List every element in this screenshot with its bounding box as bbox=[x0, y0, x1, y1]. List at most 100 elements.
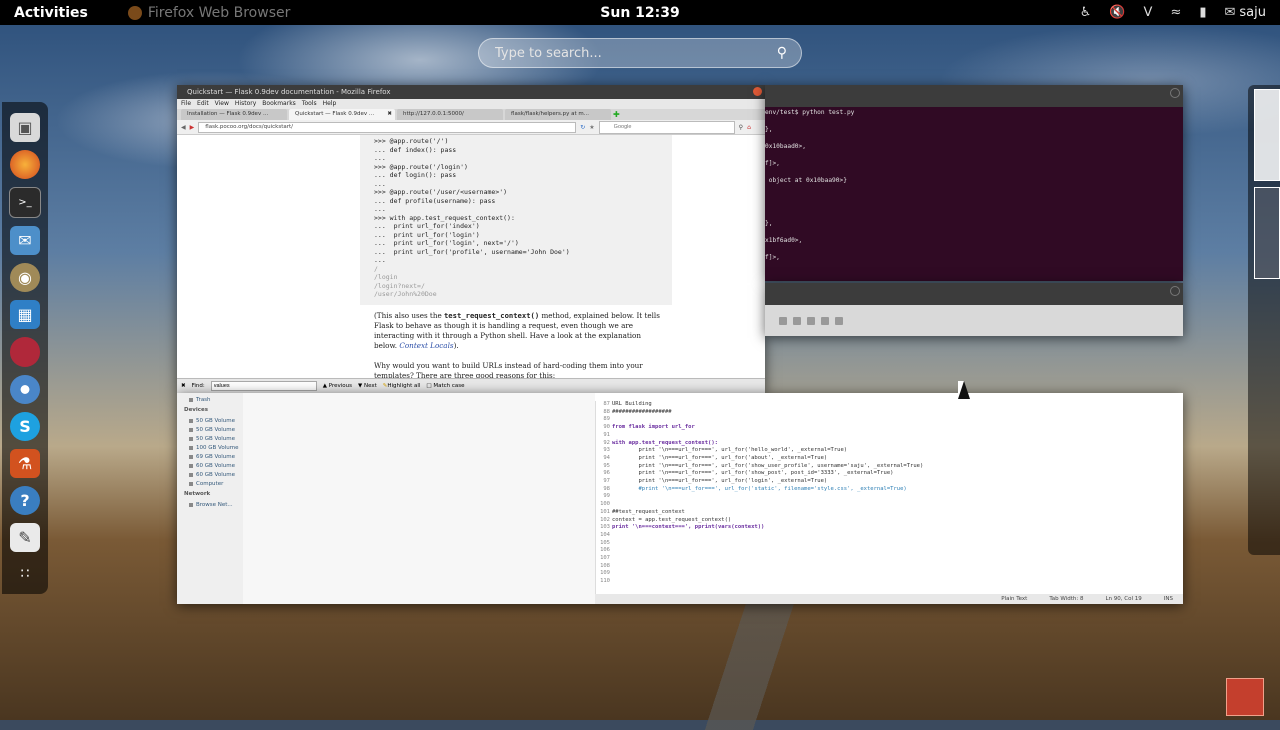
skype-icon[interactable]: S bbox=[10, 411, 40, 441]
camera-icon[interactable]: ◉ bbox=[10, 263, 40, 293]
wifi-icon[interactable]: ≈ bbox=[1170, 5, 1181, 20]
cursor-position: Ln 90, Col 19 bbox=[1105, 596, 1142, 602]
show-apps-icon[interactable]: ∷ bbox=[10, 560, 40, 589]
files-main-view[interactable] bbox=[243, 393, 595, 604]
battery-icon[interactable]: ▮ bbox=[1199, 5, 1206, 20]
sidebar-item-device[interactable]: 69 GB Volume bbox=[177, 452, 243, 461]
reload-icon[interactable]: ↻ bbox=[580, 124, 585, 131]
terminal-titlebar[interactable] bbox=[765, 85, 1183, 107]
devices-header: Devices bbox=[184, 407, 209, 413]
home-icon[interactable]: ⌂ bbox=[747, 124, 751, 131]
tab-installation[interactable]: Installation — Flask 0.9dev ... bbox=[181, 109, 287, 120]
code-line: ... print url_for('profile', username='J… bbox=[374, 247, 570, 256]
sidebar-item-device[interactable]: 50 GB Volume bbox=[177, 425, 243, 434]
editor-titlebar[interactable] bbox=[765, 283, 1183, 305]
tab-localhost[interactable]: http://127.0.0.1:5000/ bbox=[397, 109, 503, 120]
find-previous-button[interactable]: ▲ Previous bbox=[323, 383, 352, 389]
terminal-icon[interactable]: >_ bbox=[9, 187, 41, 219]
sidebar-item-label: 50 GB Volume bbox=[196, 417, 235, 424]
search-go-icon[interactable]: ⚲ bbox=[739, 124, 743, 131]
sidebar-item-device[interactable]: Computer bbox=[177, 479, 243, 488]
language-selector[interactable]: Plain Text bbox=[1001, 596, 1027, 602]
line-text: print '\n===context===', pprint(vars(con… bbox=[612, 524, 765, 531]
sidebar-item-device[interactable]: 50 GB Volume bbox=[177, 434, 243, 443]
inline-code: test_request_context() bbox=[443, 311, 540, 320]
highlight-all-button[interactable]: ✎Highlight all bbox=[383, 383, 421, 389]
paste-icon[interactable] bbox=[807, 316, 815, 325]
workspace-thumbnail[interactable] bbox=[1254, 89, 1280, 181]
menu-edit[interactable]: Edit bbox=[197, 99, 209, 109]
search-input[interactable] bbox=[493, 44, 777, 62]
sidebar-item-device[interactable]: 60 GB Volume bbox=[177, 461, 243, 470]
text-editor-icon[interactable]: ✎ bbox=[10, 522, 40, 552]
cut-icon[interactable] bbox=[779, 316, 787, 325]
app-red-icon[interactable] bbox=[10, 337, 40, 367]
menu-bookmarks[interactable]: Bookmarks bbox=[262, 99, 296, 109]
line-number: 109 bbox=[600, 570, 610, 577]
close-icon[interactable] bbox=[1170, 88, 1180, 98]
screenshot-icon[interactable]: ▦ bbox=[10, 300, 40, 330]
menu-help[interactable]: Help bbox=[323, 99, 337, 109]
terminal-window[interactable]: env/test$ python test.py }, 0x10baad0>, … bbox=[765, 85, 1183, 281]
code-line: ... def login(): pass bbox=[374, 171, 457, 179]
overview-search[interactable]: ⚲ bbox=[478, 38, 802, 68]
drive-icon bbox=[189, 418, 193, 423]
help-icon[interactable]: ? bbox=[10, 485, 40, 515]
firefox-window[interactable]: Quickstart — Flask 0.9dev documentation … bbox=[177, 85, 765, 393]
sidebar-item-label: 60 GB Volume bbox=[196, 471, 235, 478]
bluetooth-icon[interactable]: ᐯ bbox=[1144, 5, 1153, 20]
chat-icon[interactable]: ✉ bbox=[10, 226, 40, 256]
sidebar-item-device[interactable]: 100 GB Volume bbox=[177, 443, 243, 452]
code-editor[interactable]: 87 URL Building 88 ################## 89 90 fr… bbox=[595, 401, 1183, 594]
software-center-icon[interactable]: ⚗ bbox=[10, 448, 40, 478]
tab-label: Quickstart — Flask 0.9dev ... bbox=[295, 111, 375, 117]
menu-file[interactable]: File bbox=[181, 99, 191, 109]
close-tab-icon[interactable]: ✖ bbox=[387, 109, 392, 120]
files-icon[interactable]: ▣ bbox=[10, 113, 40, 143]
text-editor-window[interactable] bbox=[765, 283, 1183, 336]
editor-statusbar: Plain Text Tab Width: 8 Ln 90, Col 19 IN… bbox=[595, 594, 1183, 604]
accessibility-icon[interactable]: ♿ bbox=[1080, 5, 1092, 20]
volume-muted-icon[interactable]: 🔇 bbox=[1109, 5, 1125, 20]
new-tab-icon[interactable]: ✚ bbox=[613, 109, 620, 120]
user-menu[interactable]: ✉ saju bbox=[1225, 5, 1267, 20]
activities-button[interactable]: Activities bbox=[14, 5, 88, 21]
close-icon[interactable] bbox=[1170, 286, 1180, 296]
close-findbar-icon[interactable]: ✖ bbox=[181, 383, 186, 389]
editor-line: 100 bbox=[596, 501, 1183, 509]
find-icon[interactable] bbox=[821, 316, 829, 325]
sidebar-item-browse-network[interactable]: Browse Net... bbox=[177, 500, 243, 509]
url-bar[interactable]: flask.pocoo.org/docs/quickstart/ bbox=[198, 121, 577, 133]
sidebar-item-device[interactable]: 60 GB Volume bbox=[177, 470, 243, 479]
close-icon[interactable] bbox=[753, 87, 762, 96]
sidebar-item-device[interactable]: 50 GB Volume bbox=[177, 416, 243, 425]
web-search-field[interactable] bbox=[598, 120, 735, 134]
workspace-thumbnail[interactable] bbox=[1254, 187, 1280, 279]
forward-icon[interactable]: ▶ bbox=[190, 124, 195, 131]
menu-tools[interactable]: Tools bbox=[302, 99, 317, 109]
chromium-icon[interactable] bbox=[10, 374, 40, 404]
tab-helpers[interactable]: flask/flask/helpers.py at m... bbox=[505, 109, 611, 120]
notification-tray-icon[interactable] bbox=[1226, 678, 1264, 716]
bookmarks-icon[interactable]: ★ bbox=[589, 124, 594, 131]
tab-quickstart[interactable]: Quickstart — Flask 0.9dev ... ✖ bbox=[289, 109, 395, 120]
find-input[interactable] bbox=[210, 381, 317, 391]
replace-icon[interactable] bbox=[835, 316, 843, 325]
tab-width-selector[interactable]: Tab Width: 8 bbox=[1049, 596, 1083, 602]
firefox-icon[interactable] bbox=[10, 150, 40, 180]
line-text: print '\n===url_for===', url_for('about'… bbox=[612, 454, 828, 461]
back-icon[interactable]: ◀ bbox=[181, 124, 186, 131]
sidebar-item-trash[interactable]: Trash bbox=[177, 395, 243, 404]
terminal-output[interactable]: env/test$ python test.py }, 0x10baad0>, … bbox=[765, 109, 854, 262]
copy-icon[interactable] bbox=[793, 316, 801, 325]
context-locals-link[interactable]: Context Locals bbox=[399, 341, 453, 350]
menu-view[interactable]: View bbox=[215, 99, 229, 109]
firefox-titlebar[interactable]: Quickstart — Flask 0.9dev documentation … bbox=[177, 85, 765, 99]
line-number: 105 bbox=[600, 539, 610, 546]
app-menu[interactable]: Firefox Web Browser bbox=[127, 5, 290, 21]
editor-line: 91 bbox=[596, 432, 1183, 440]
find-next-button[interactable]: ▼ Next bbox=[358, 383, 377, 389]
menu-history[interactable]: History bbox=[235, 99, 256, 109]
match-case-checkbox[interactable]: □ Match case bbox=[426, 383, 464, 389]
